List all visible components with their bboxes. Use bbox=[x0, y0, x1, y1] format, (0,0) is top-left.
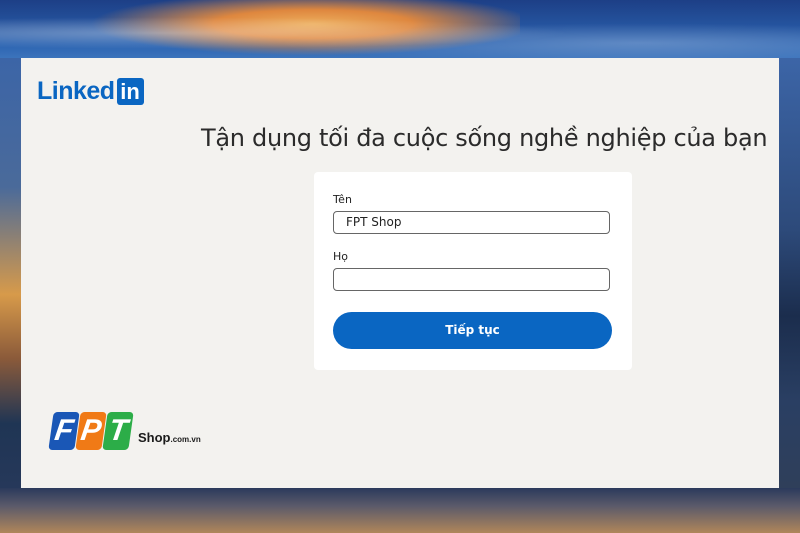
linkedin-signup-window: Linked in Tận dụng tối đa cuộc sống nghề… bbox=[21, 58, 779, 488]
background-left-edge bbox=[0, 58, 21, 488]
first-name-input[interactable]: FPT Shop bbox=[333, 211, 610, 234]
continue-button[interactable]: Tiếp tục bbox=[333, 312, 612, 349]
fpt-shop-text: Shop.com.vn bbox=[138, 428, 201, 450]
linkedin-logo[interactable]: Linked in bbox=[37, 77, 144, 105]
page-headline: Tận dụng tối đa cuộc sống nghề nghiệp củ… bbox=[201, 124, 768, 152]
fpt-domain-text: .com.vn bbox=[170, 435, 201, 444]
first-name-label: Tên bbox=[333, 193, 352, 206]
fpt-letter-f: F bbox=[48, 412, 80, 450]
background-right-edge bbox=[779, 58, 800, 488]
fpt-letter-p: P bbox=[75, 412, 107, 450]
fpt-letter-t: T bbox=[102, 412, 134, 450]
background-beach bbox=[0, 488, 800, 533]
last-name-label: Họ bbox=[333, 250, 349, 263]
signup-card: Tên FPT Shop Họ Tiếp tục bbox=[314, 172, 632, 370]
fptshop-watermark: F P T Shop.com.vn bbox=[48, 412, 201, 450]
last-name-input[interactable] bbox=[333, 268, 610, 291]
linkedin-logo-in-icon: in bbox=[116, 77, 144, 105]
linkedin-logo-text: Linked bbox=[37, 77, 115, 105]
background-clouds bbox=[0, 8, 800, 58]
fpt-shop-word: Shop bbox=[138, 430, 171, 445]
